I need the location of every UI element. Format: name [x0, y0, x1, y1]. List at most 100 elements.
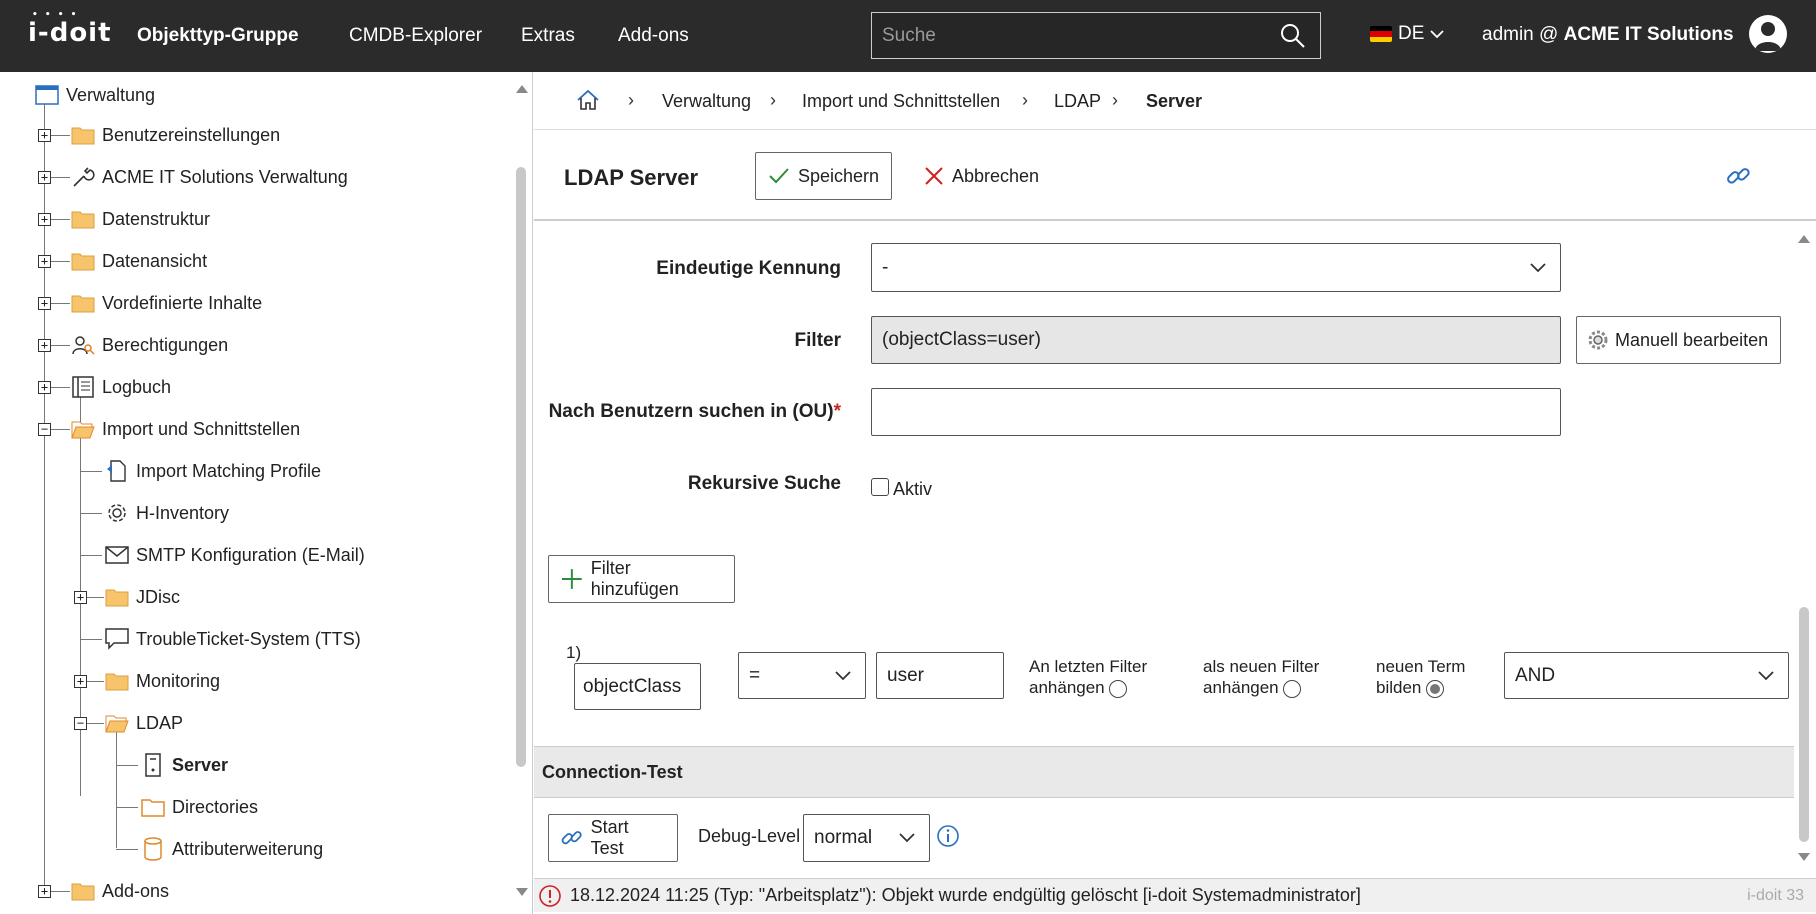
- breadcrumb-import[interactable]: Import und Schnittstellen: [802, 91, 1000, 112]
- chevron-down-icon: [1758, 670, 1774, 680]
- document-icon: [104, 459, 130, 483]
- recursive-search-option[interactable]: Aktiv: [871, 473, 932, 500]
- append-last-filter-option[interactable]: An letzten Filter anhängen: [1029, 656, 1147, 698]
- save-button[interactable]: Speichern: [755, 152, 893, 200]
- users-icon: [70, 333, 96, 357]
- folder-icon: [104, 669, 130, 693]
- append-last-filter-radio[interactable]: [1109, 679, 1128, 698]
- tree-item-datenansicht[interactable]: Datenansicht: [70, 246, 207, 276]
- new-term-option[interactable]: neuen Term bilden: [1376, 656, 1465, 698]
- append-new-filter-option[interactable]: als neuen Filter anhängen: [1203, 656, 1319, 698]
- new-term-radio[interactable]: [1426, 679, 1445, 698]
- tree-item-datenstruktur[interactable]: Datenstruktur: [70, 204, 210, 234]
- link-icon[interactable]: [1724, 162, 1752, 195]
- unique-id-select[interactable]: -: [871, 243, 1561, 292]
- folder-open-icon: [70, 417, 96, 441]
- mail-icon: [104, 543, 130, 567]
- main-scrollbar[interactable]: [1794, 222, 1814, 874]
- tree-item-vordefinierte-inhalte[interactable]: Vordefinierte Inhalte: [70, 288, 262, 318]
- tree-item-smtp[interactable]: SMTP Konfiguration (E-Mail): [104, 540, 365, 570]
- expand-icon[interactable]: +: [38, 381, 51, 394]
- nav-objekttyp-gruppe[interactable]: Objekttyp-Gruppe: [137, 0, 299, 72]
- filter-index: 1): [566, 643, 582, 662]
- chevron-right-icon: ›: [628, 90, 634, 110]
- folder-icon: [70, 249, 96, 273]
- nav-extras[interactable]: Extras: [521, 0, 575, 72]
- filter-operator-select[interactable]: =: [738, 652, 866, 699]
- tree-scrollbar[interactable]: [512, 72, 532, 914]
- append-new-filter-radio[interactable]: [1283, 679, 1302, 698]
- search-icon[interactable]: [1280, 23, 1306, 54]
- tree-item-tts[interactable]: TroubleTicket-System (TTS): [104, 624, 361, 654]
- chevron-right-icon: ›: [1022, 90, 1028, 110]
- german-flag-icon: [1370, 26, 1392, 42]
- tree-item-logbuch[interactable]: Logbuch: [70, 372, 171, 402]
- search-input[interactable]: [872, 24, 1272, 47]
- tree-item-berechtigungen[interactable]: Berechtigungen: [70, 330, 228, 360]
- start-test-button[interactable]: Start Test: [548, 814, 678, 862]
- breadcrumb-verwaltung[interactable]: Verwaltung: [662, 91, 751, 112]
- expand-icon[interactable]: +: [38, 213, 51, 226]
- scroll-down-icon: [516, 888, 528, 896]
- filter-value-input[interactable]: user: [876, 652, 1004, 699]
- tree-item-attributerweiterung[interactable]: Attributerweiterung: [140, 834, 323, 864]
- checkmark-icon: [769, 168, 789, 184]
- tree-item-directories[interactable]: Directories: [140, 792, 258, 822]
- tree-item-import-matching-profile[interactable]: Import Matching Profile: [104, 456, 321, 486]
- tree-item-add-ons[interactable]: Add-ons: [70, 876, 169, 906]
- ou-input[interactable]: [871, 388, 1561, 436]
- home-icon[interactable]: [576, 88, 600, 117]
- filter-field: (objectClass=user): [871, 316, 1561, 364]
- expand-icon[interactable]: +: [38, 171, 51, 184]
- avatar[interactable]: [1749, 15, 1787, 53]
- cancel-button[interactable]: Abbrechen: [912, 152, 1052, 200]
- chevron-down-icon: [899, 833, 915, 843]
- logic-select[interactable]: AND: [1504, 652, 1789, 699]
- tree-scroll-thumb[interactable]: [516, 167, 526, 767]
- collapse-icon[interactable]: −: [74, 717, 87, 730]
- expand-icon[interactable]: +: [38, 885, 51, 898]
- collapse-icon[interactable]: −: [38, 423, 51, 436]
- tree-item-acme-verwaltung[interactable]: ACME IT Solutions Verwaltung: [70, 162, 348, 192]
- folder-outline-icon: [140, 795, 166, 819]
- gear-icon: [104, 501, 130, 525]
- folder-icon: [70, 879, 96, 903]
- debug-level-select[interactable]: normal: [803, 814, 930, 862]
- expand-icon[interactable]: +: [74, 675, 87, 688]
- nav-cmdb-explorer[interactable]: CMDB-Explorer: [349, 0, 482, 72]
- chevron-down-icon: [835, 670, 851, 680]
- add-filter-button[interactable]: Filter hinzufügen: [548, 555, 735, 603]
- version-label: i-doit 33: [1747, 887, 1804, 904]
- recursive-checkbox[interactable]: [871, 477, 889, 496]
- info-icon[interactable]: [936, 824, 960, 853]
- tree-item-server[interactable]: Server: [140, 750, 228, 780]
- tree-item-h-inventory[interactable]: H-Inventory: [104, 498, 229, 528]
- main-scroll-thumb[interactable]: [1799, 607, 1809, 842]
- expand-icon[interactable]: +: [38, 129, 51, 142]
- server-icon: [140, 753, 166, 777]
- chevron-down-icon: [1430, 23, 1445, 45]
- close-icon: [925, 167, 943, 185]
- language-selector[interactable]: DE: [1370, 23, 1445, 45]
- speech-bubble-icon: [104, 627, 130, 651]
- nav-add-ons[interactable]: Add-ons: [618, 0, 689, 72]
- expand-icon[interactable]: +: [74, 591, 87, 604]
- tree-item-monitoring[interactable]: Monitoring: [104, 666, 220, 696]
- unique-id-label: Eindeutige Kennung: [656, 258, 841, 279]
- required-marker: *: [833, 401, 841, 422]
- manual-edit-button[interactable]: Manuell bearbeiten: [1576, 316, 1781, 364]
- expand-icon[interactable]: +: [38, 255, 51, 268]
- tree-item-import-schnittstellen[interactable]: Import und Schnittstellen: [70, 414, 300, 444]
- tree-item-jdisc[interactable]: JDisc: [104, 582, 180, 612]
- i-doit-logo[interactable]: • • • • i-doit: [28, 10, 112, 48]
- tree-root-verwaltung[interactable]: Verwaltung: [34, 80, 155, 110]
- expand-icon[interactable]: +: [38, 339, 51, 352]
- expand-icon[interactable]: +: [38, 297, 51, 310]
- tree-item-ldap[interactable]: LDAP: [104, 708, 183, 738]
- filter-attribute-input[interactable]: objectClass: [574, 663, 701, 710]
- tree-item-benutzereinstellungen[interactable]: Benutzereinstellungen: [70, 120, 280, 150]
- window-icon: [34, 83, 60, 107]
- breadcrumb-ldap[interactable]: LDAP: [1054, 91, 1101, 112]
- gear-icon: [1588, 330, 1608, 350]
- user-tenant[interactable]: admin @ ACME IT Solutions: [1482, 24, 1734, 46]
